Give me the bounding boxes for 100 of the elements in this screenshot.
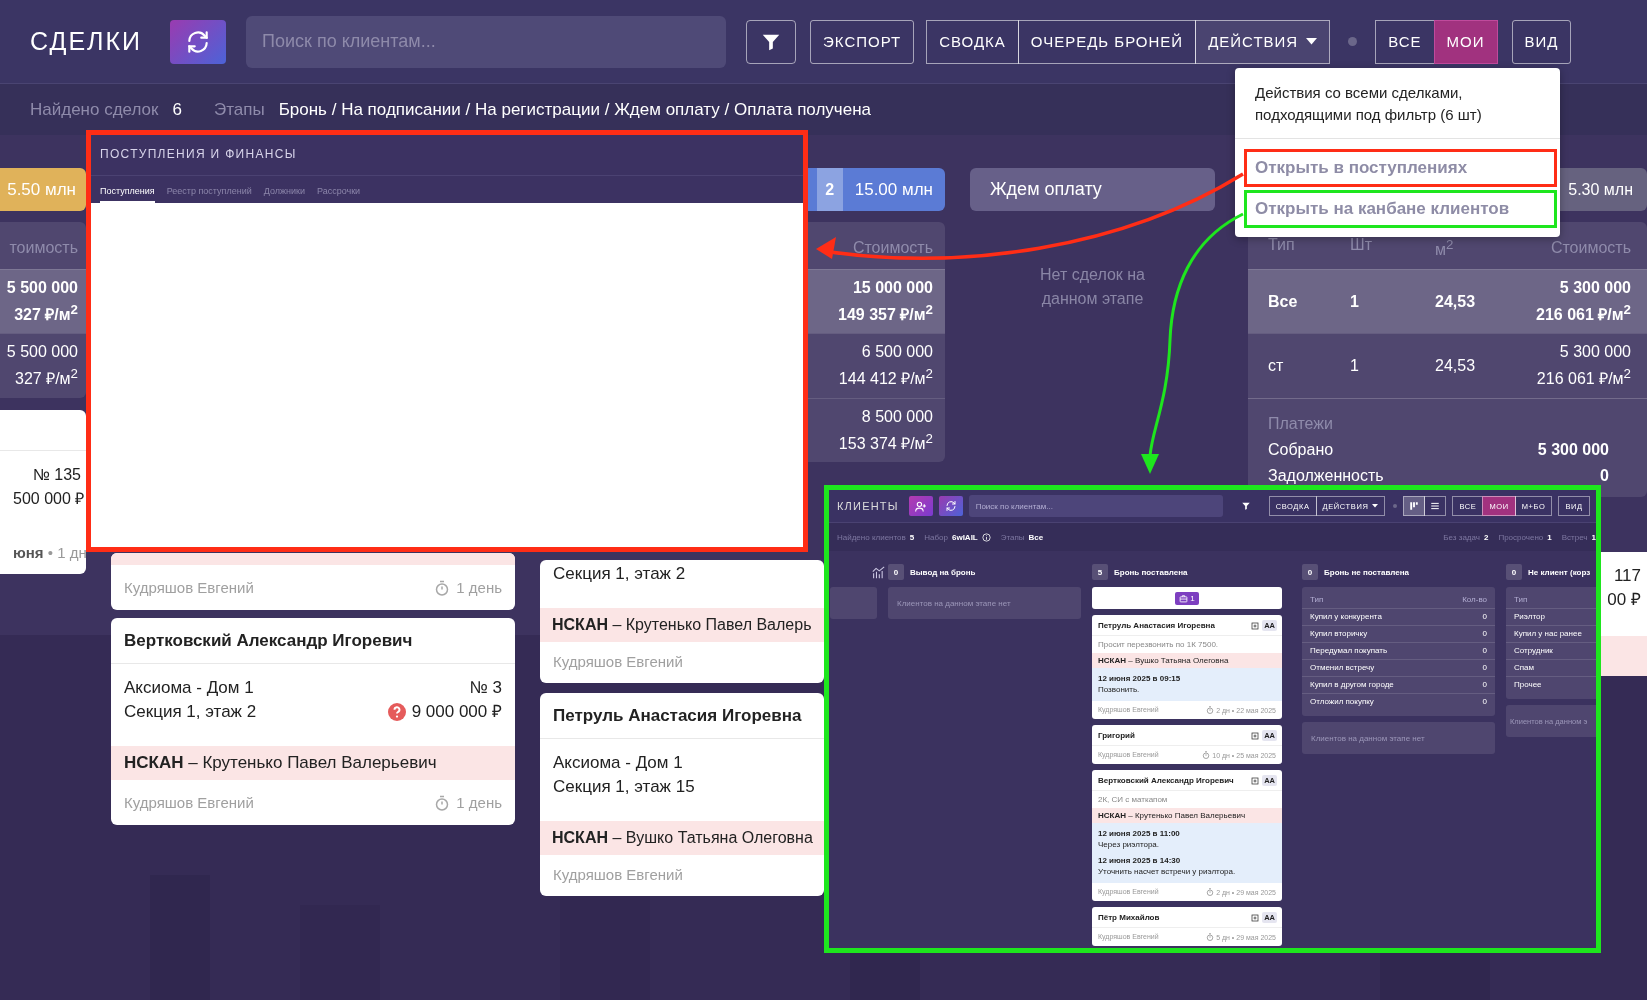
deal-card[interactable]: № 135 500 000 ₽ юня • 1 дн	[0, 409, 86, 574]
task-badge[interactable]: 1	[1175, 591, 1199, 605]
timer-icon	[1206, 706, 1215, 714]
cost-value: 5 300 000	[1558, 342, 1631, 363]
column-heading: Тип	[1268, 235, 1296, 256]
search-field[interactable]: Поиск по клиентам...	[246, 15, 727, 68]
column-header[interactable]: Ждем оплату	[970, 168, 1215, 211]
briefcase-icon	[1179, 593, 1189, 603]
table-cell-text: Все	[1268, 291, 1299, 312]
section-heading: Платежи	[1268, 413, 1334, 434]
tab[interactable]: Реестр поступлений	[166, 186, 252, 203]
count-badge: 2	[816, 168, 843, 211]
refresh-icon	[944, 500, 957, 512]
amount-label: 15.00 млн	[853, 179, 934, 200]
scope-tab[interactable]: МОИ	[1433, 19, 1498, 64]
panel-title: ПОСТУПЛЕНИЯ И ФИНАНСЫ	[91, 135, 803, 176]
payment-label: Задолженность	[1268, 465, 1384, 486]
summary-label: Этапы	[1000, 532, 1025, 542]
table-cell: Купил у конкурента	[1310, 612, 1382, 621]
card-comment: 2К, СИ с маткапом	[1097, 794, 1169, 806]
table-cell: 0	[1482, 697, 1487, 706]
refresh-button[interactable]	[170, 19, 227, 64]
deal-card[interactable]: Вертковский Александр Игоревич Аксиома - Дом 1 № 3 Секция 1, этаж 2 9 000 000 ₽ НСКАН – Крутенько Павел Валерьевич Кудряшов Евгений 1 день	[111, 618, 515, 825]
card-text: Секция 1, этаж 15	[553, 776, 695, 798]
counter-value: 1	[1547, 532, 1552, 542]
card-text: № 135	[32, 464, 81, 485]
deal-card[interactable]: Петруль Анастасия Игоревна Аксиома - Дом 1 Секция 1, этаж 15 НСКАН – Вушко Татьяна Олеговна Кудряшов Евгений	[540, 693, 824, 896]
column-header[interactable]: 2 15.00 млн	[808, 168, 945, 211]
separator-dot	[1393, 504, 1398, 508]
task-text: Через риэлтора.	[1098, 839, 1161, 850]
summary-value: Все	[1028, 532, 1044, 542]
payment-label: Собрано	[1268, 439, 1334, 460]
column-heading: Тип	[1310, 595, 1324, 604]
author-name: Кудряшов Евгений	[553, 866, 683, 883]
export-button[interactable]: ЭКСПОРТ	[810, 19, 915, 64]
counter-label: Без задач	[1443, 532, 1480, 542]
table-cell: 0	[1482, 663, 1487, 672]
table-cell: Спам	[1514, 663, 1535, 672]
counter-label: Встреч	[1561, 532, 1588, 542]
plus-box-icon	[1251, 913, 1260, 922]
price-per-m2: 149 357 ₽/м$^{2}$	[838, 301, 933, 326]
summary-label: Набор	[924, 532, 948, 542]
card-text: Секция 1, этаж 2	[553, 563, 686, 585]
list-icon	[1430, 501, 1441, 511]
card-text: 00 ₽	[1607, 588, 1641, 611]
actions-dropdown[interactable]: ДЕЙСТВИЯ	[1195, 19, 1331, 64]
table-cell-text: ст	[1268, 356, 1285, 376]
card-text: 117	[1613, 564, 1641, 587]
column-heading: Шт	[1350, 235, 1373, 256]
table-cell: Прочее	[1514, 680, 1542, 689]
add-client-button[interactable]	[908, 496, 933, 516]
empty-stage-text: Клиентов на данном этапе нет	[888, 587, 1081, 619]
column-title: Не клиент (корз	[1528, 567, 1591, 577]
view-toggle[interactable]	[1403, 496, 1426, 516]
counter-value: 2	[1483, 532, 1489, 542]
search-field[interactable]: Поиск по клиентам...	[968, 495, 1223, 517]
table-cell: Передумал покупать	[1310, 646, 1388, 655]
deal-card[interactable]: Секция 1, этаж 2 НСКАН – Крутенько Павел Валерь Кудряшов Евгений	[540, 560, 824, 683]
table-cell: 0	[1482, 612, 1487, 621]
deal-card[interactable]: 117 00 ₽	[1601, 551, 1647, 676]
card-text: № 3	[469, 677, 502, 699]
empty-stage-text: Нет сделок на данном этапе	[1039, 265, 1146, 309]
card-text: Аксиома - Дом 1	[553, 752, 683, 774]
payment-value: 0	[1600, 465, 1609, 486]
empty-card	[830, 587, 877, 619]
client-card[interactable]	[1092, 770, 1282, 901]
summary-label: Найдено сделок	[30, 99, 159, 120]
elapsed-time: 1 день	[456, 794, 502, 811]
column-heading: Стоимость	[852, 238, 933, 258]
refresh-button[interactable]	[938, 496, 963, 516]
deal-note: НСКАН – Вушко Татьяна Олеговна	[540, 821, 824, 855]
table-cell: Купил у нас ранее	[1514, 629, 1582, 638]
card-title: Григорий	[1098, 731, 1135, 740]
author-name: Кудряшов Евгений	[553, 653, 683, 670]
cost-value: 6 500 000	[860, 342, 933, 363]
toolbar-button[interactable]: ОЧЕРЕДЬ БРОНЕЙ	[1017, 19, 1197, 64]
view-button[interactable]: ВИД	[1511, 19, 1572, 64]
task-text: Позвонить.	[1098, 684, 1141, 695]
card-title: Пётр Михайлов	[1098, 913, 1160, 922]
table-cell: 0	[1482, 646, 1487, 655]
author-name: Кудряшов Евгений	[124, 579, 254, 596]
view-toggle[interactable]	[1424, 496, 1447, 516]
column-title: Бронь поставлена	[1114, 567, 1188, 577]
plus-box-icon	[1251, 621, 1260, 630]
filter-button[interactable]	[746, 19, 797, 64]
column-title: Вывод на бронь	[910, 567, 976, 577]
timer-icon	[1206, 933, 1215, 941]
page-title: КЛИЕНТЫ	[837, 500, 899, 512]
kanban-icon	[1409, 501, 1420, 511]
summary-label: Найдено клиентов	[837, 532, 906, 542]
toolbar-button[interactable]: СВОДКА	[926, 19, 1019, 64]
card-text: Аксиома - Дом 1	[124, 677, 254, 699]
card-text: 500 000 ₽	[13, 488, 85, 509]
task-time: 12 июня 2025 в 11:00	[1098, 828, 1181, 839]
column-heading: м$^{2}$	[1435, 236, 1455, 261]
counter-value: 1	[1591, 532, 1596, 542]
table-cell: Риэлтор	[1514, 612, 1545, 621]
card-title: Петруль Анастасия Игоревна	[540, 693, 824, 739]
column-title: Ждем оплату	[990, 179, 1102, 200]
add-user-icon	[914, 499, 928, 513]
